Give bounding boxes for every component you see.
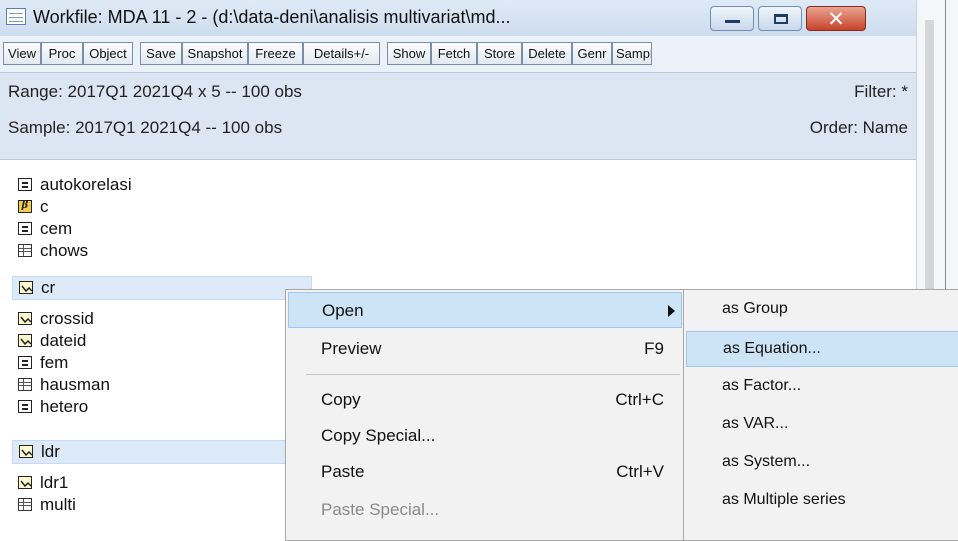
order-text[interactable]: Order: Name	[810, 118, 908, 138]
toolbar: View Proc Object Save Snapshot Freeze De…	[0, 36, 916, 72]
submenu-item-as-factor[interactable]: as Factor...	[686, 369, 958, 405]
fetch-button[interactable]: Fetch	[431, 42, 477, 65]
object-name: cr	[41, 278, 56, 297]
minimize-icon	[725, 20, 740, 23]
menu-item-open[interactable]: Open	[288, 292, 682, 328]
menu-item-label: Copy Special...	[321, 426, 436, 445]
minimize-button[interactable]	[710, 6, 754, 31]
menu-item-label: as System...	[722, 453, 811, 470]
menu-item-label: Paste	[321, 462, 365, 481]
object-name: chows	[40, 241, 89, 260]
menu-item-label: as Multiple series	[722, 491, 846, 508]
table-icon	[18, 498, 32, 511]
menu-item-label: Copy	[321, 390, 361, 409]
list-item-selected[interactable]: ldr	[12, 440, 312, 464]
menu-item-copy-special[interactable]: Copy Special...	[288, 418, 682, 454]
series-icon	[18, 334, 32, 347]
submenu-item-as-equation[interactable]: as Equation...	[686, 331, 958, 367]
equation-icon	[18, 400, 32, 413]
object-name: multi	[40, 495, 76, 514]
menu-item-paste[interactable]: Paste Ctrl+V	[288, 454, 682, 490]
maximize-button[interactable]	[758, 6, 802, 31]
freeze-button[interactable]: Freeze	[248, 42, 303, 65]
menu-shortcut: Ctrl+V	[616, 462, 664, 481]
range-text[interactable]: Range: 2017Q1 2021Q4 x 5 -- 100 obs	[8, 82, 302, 102]
menu-item-paste-special[interactable]: Paste Special...	[288, 492, 682, 528]
submenu-item-as-multiple-series[interactable]: as Multiple series	[686, 483, 958, 519]
snapshot-button[interactable]: Snapshot	[182, 42, 248, 65]
object-name: autokorelasi	[40, 175, 132, 194]
workfile-icon	[6, 8, 26, 25]
menu-shortcut: Ctrl+C	[615, 390, 664, 409]
series-icon	[19, 445, 33, 458]
genr-button[interactable]: Genr	[572, 42, 612, 65]
show-button[interactable]: Show	[387, 42, 431, 65]
menu-shortcut: F9	[644, 339, 664, 358]
object-name: ldr	[41, 442, 60, 461]
workfile-info-panel: Range: 2017Q1 2021Q4 x 5 -- 100 obs Filt…	[0, 72, 916, 160]
table-icon	[18, 378, 32, 391]
menu-item-label: Paste Special...	[321, 500, 440, 519]
background-scrollbar[interactable]	[925, 20, 934, 290]
save-button[interactable]: Save	[140, 42, 182, 65]
equation-icon	[18, 356, 32, 369]
submenu-arrow-icon	[668, 305, 675, 317]
menu-separator	[306, 374, 680, 375]
menu-item-label: as VAR...	[722, 415, 789, 432]
object-name: hetero	[40, 397, 89, 416]
submenu-item-as-var[interactable]: as VAR...	[686, 407, 958, 443]
submenu-item-as-system[interactable]: as System...	[686, 445, 958, 481]
object-name: c	[40, 197, 49, 216]
series-icon	[18, 476, 32, 489]
title-bar[interactable]: Workfile: MDA 11 - 2 - (d:\data-deni\ana…	[0, 0, 916, 36]
object-name: ldr1	[40, 473, 69, 492]
series-icon	[18, 312, 32, 325]
series-icon	[19, 281, 33, 294]
view-button[interactable]: View	[3, 42, 41, 65]
menu-item-copy[interactable]: Copy Ctrl+C	[288, 382, 682, 418]
coefficient-icon: β	[18, 200, 32, 213]
menu-item-label: as Equation...	[723, 340, 821, 357]
store-button[interactable]: Store	[477, 42, 522, 65]
menu-item-label: Preview	[321, 339, 382, 358]
menu-item-label: Open	[322, 301, 364, 320]
submenu-item-as-group[interactable]: as Group	[686, 292, 958, 328]
window-title: Workfile: MDA 11 - 2 - (d:\data-deni\ana…	[33, 7, 511, 27]
list-item-selected[interactable]: cr	[12, 276, 312, 300]
menu-item-preview[interactable]: Preview F9	[288, 331, 682, 367]
menu-item-label: as Group	[722, 300, 788, 317]
open-submenu: as Group as Equation... as Factor... as …	[683, 289, 958, 541]
object-name: fem	[40, 353, 69, 372]
object-name: crossid	[40, 309, 94, 328]
equation-icon	[18, 178, 32, 191]
close-button[interactable]: ✕	[806, 6, 866, 31]
object-name: cem	[40, 219, 73, 238]
object-button[interactable]: Object	[83, 42, 133, 65]
menu-item-label: as Factor...	[722, 377, 802, 394]
maximize-icon	[774, 14, 788, 24]
object-name: dateid	[40, 331, 87, 350]
table-icon	[18, 244, 32, 257]
equation-icon	[18, 222, 32, 235]
object-name: hausman	[40, 375, 110, 394]
proc-button[interactable]: Proc	[41, 42, 83, 65]
delete-button[interactable]: Delete	[522, 42, 572, 65]
close-icon: ✕	[827, 7, 845, 31]
sample-text[interactable]: Sample: 2017Q1 2021Q4 -- 100 obs	[8, 118, 282, 138]
context-menu: Open Preview F9 Copy Ctrl+C Copy Special…	[285, 289, 685, 541]
filter-text[interactable]: Filter: *	[854, 82, 908, 102]
sample-button[interactable]: Sampl	[612, 42, 652, 65]
details-button[interactable]: Details+/-	[303, 42, 380, 65]
